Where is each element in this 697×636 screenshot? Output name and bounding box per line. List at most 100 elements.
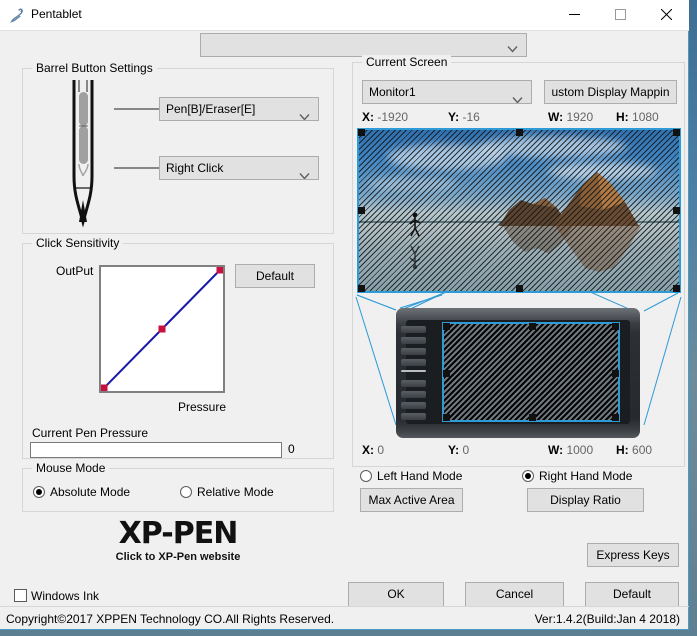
barrel-group-legend: Barrel Button Settings <box>32 61 157 75</box>
xppen-logo-link[interactable]: XP-PEN Click to XP-Pen website <box>22 518 334 566</box>
resize-handle-w[interactable] <box>358 207 365 214</box>
screen-w-key: W: <box>548 110 564 124</box>
windows-ink-checkbox[interactable]: Windows Ink <box>14 589 99 603</box>
cancel-button[interactable]: Cancel <box>465 582 564 607</box>
tablet-w-key: W: <box>548 443 564 457</box>
express-key-8 <box>401 402 426 409</box>
tablet-y-key: Y: <box>448 443 460 457</box>
resize-handle-n[interactable] <box>529 323 536 330</box>
checkbox-indicator <box>14 589 27 602</box>
screen-y-value: -16 <box>462 110 480 124</box>
resize-handle-e[interactable] <box>612 370 619 377</box>
curve-handle-0[interactable] <box>101 384 108 392</box>
screen-x-key: X: <box>362 110 374 124</box>
default-button[interactable]: Default <box>585 582 679 607</box>
radio-indicator <box>180 486 192 498</box>
chevron-down-icon <box>299 106 310 120</box>
radio-left-hand-mode[interactable]: Left Hand Mode <box>360 469 462 483</box>
pentablet-window: Pentablet Barrel Button Settings Pen[B]/… <box>0 0 689 630</box>
curve-default-button[interactable]: Default <box>235 264 315 288</box>
radio-left-hand-label: Left Hand Mode <box>377 469 463 483</box>
radio-right-hand-label: Right Hand Mode <box>539 469 633 483</box>
monitor-select-combo[interactable]: Monitor1 <box>362 80 532 104</box>
screen-mapping-selection[interactable] <box>357 128 681 293</box>
radio-indicator <box>33 486 45 498</box>
display-ratio-button[interactable]: Display Ratio <box>527 488 644 512</box>
tablet-mapping-selection[interactable] <box>442 322 620 422</box>
express-key-4 <box>401 359 426 366</box>
mouse-mode-legend: Mouse Mode <box>32 461 110 475</box>
click-sensitivity-legend: Click Sensitivity <box>32 236 124 250</box>
screen-w-value: 1920 <box>566 110 594 124</box>
ok-button[interactable]: OK <box>348 582 444 607</box>
current-screen-legend: Current Screen <box>362 55 452 69</box>
resize-handle-e[interactable] <box>673 207 680 214</box>
radio-absolute-mode[interactable]: Absolute Mode <box>33 485 130 499</box>
express-keys-button[interactable]: Express Keys <box>587 543 679 567</box>
windows-ink-label: Windows Ink <box>31 589 100 603</box>
express-key-3 <box>401 348 426 355</box>
screen-h-value: 1080 <box>632 110 659 124</box>
curve-handle-1[interactable] <box>158 325 166 333</box>
close-button[interactable] <box>643 0 689 29</box>
stylus-illustration <box>52 76 114 231</box>
device-selector-combo[interactable] <box>200 33 527 57</box>
screen-y-key: Y: <box>448 110 460 124</box>
radio-right-hand-mode[interactable]: Right Hand Mode <box>522 469 632 483</box>
tablet-h-key: H: <box>616 443 629 457</box>
tablet-x-value: 0 <box>377 443 385 457</box>
curve-pressure-label: Pressure <box>178 400 227 414</box>
resize-handle-s[interactable] <box>516 285 523 292</box>
tablet-coordinates: X: 0 Y: 0 W: 1000 H: 600 <box>362 443 672 457</box>
window-title: Pentablet <box>31 7 82 21</box>
express-key-9 <box>401 413 426 420</box>
max-active-area-button[interactable]: Max Active Area <box>360 488 463 512</box>
sensitivity-curve-chart[interactable] <box>99 265 225 393</box>
copyright-text: Copyright©2017 XPPEN Technology CO.All R… <box>6 612 335 626</box>
express-key-2 <box>401 337 426 344</box>
tablet-x-key: X: <box>362 443 374 457</box>
monitor-preview[interactable] <box>357 128 681 293</box>
resize-handle-w[interactable] <box>443 370 450 377</box>
tablet-w-value: 1000 <box>566 443 594 457</box>
barrel-button2-leader-line <box>114 167 162 169</box>
resize-handle-nw[interactable] <box>443 323 450 330</box>
radio-absolute-mode-label: Absolute Mode <box>50 485 131 499</box>
express-key-1 <box>401 326 426 333</box>
resize-handle-se[interactable] <box>673 285 680 292</box>
screen-coordinates: X: -1920 Y: -16 W: 1920 H: 1080 <box>362 110 672 124</box>
express-key-7 <box>401 391 426 398</box>
resize-handle-n[interactable] <box>516 129 523 136</box>
monitor-select-value: Monitor1 <box>369 85 416 99</box>
barrel-button1-combo[interactable]: Pen[B]/Eraser[E] <box>159 97 319 121</box>
chevron-down-icon <box>299 165 310 179</box>
tablet-y-value: 0 <box>462 443 470 457</box>
maximize-button[interactable] <box>597 0 643 29</box>
custom-display-mapping-button[interactable]: ustom Display Mappin <box>544 80 677 104</box>
tablet-h-value: 600 <box>632 443 653 457</box>
screen-x-value: -1920 <box>377 110 409 124</box>
pen-icon <box>9 7 25 23</box>
resize-handle-nw[interactable] <box>358 129 365 136</box>
barrel-button1-value: Pen[B]/Eraser[E] <box>166 102 256 116</box>
resize-handle-ne[interactable] <box>612 323 619 330</box>
pen-pressure-label: Current Pen Pressure <box>32 426 149 440</box>
radio-relative-mode[interactable]: Relative Mode <box>180 485 274 499</box>
radio-relative-mode-label: Relative Mode <box>197 485 274 499</box>
radio-indicator <box>522 470 534 482</box>
barrel-button1-leader-line <box>114 108 162 110</box>
express-key-5 <box>401 370 426 372</box>
curve-handle-2[interactable] <box>216 267 224 274</box>
barrel-button2-value: Right Click <box>166 161 224 175</box>
resize-handle-ne[interactable] <box>673 129 680 136</box>
tablet-preview[interactable] <box>396 308 640 438</box>
resize-handle-s[interactable] <box>529 414 536 421</box>
xppen-website-hint: Click to XP-Pen website <box>115 551 241 563</box>
minimize-button[interactable] <box>551 0 597 29</box>
chevron-down-icon <box>512 89 523 103</box>
footer-divider <box>0 606 689 607</box>
barrel-button2-combo[interactable]: Right Click <box>159 156 319 180</box>
resize-handle-se[interactable] <box>612 414 619 421</box>
resize-handle-sw[interactable] <box>443 414 450 421</box>
resize-handle-sw[interactable] <box>358 285 365 292</box>
